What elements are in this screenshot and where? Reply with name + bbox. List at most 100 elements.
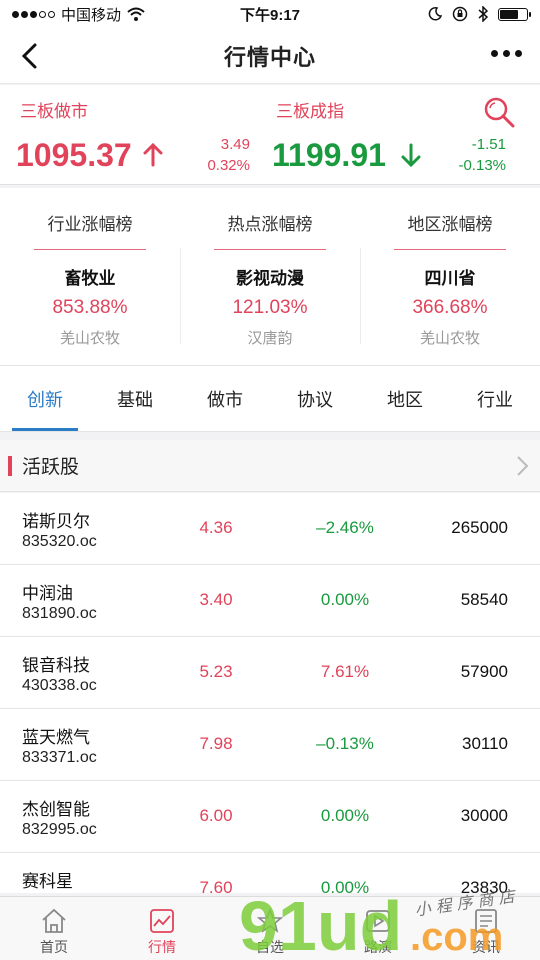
index-change-pct: -0.13% <box>458 157 506 174</box>
stock-name: 杰创智能 <box>22 800 90 819</box>
table-row[interactable]: 蓝天燃气 833371.oc 7.98 –0.13% 30110 <box>0 709 540 781</box>
bottom-tab-roadshow[interactable]: 路演 <box>324 897 432 960</box>
section-marker <box>8 455 12 476</box>
index-change-composite: -1.51 -0.13% <box>446 134 506 176</box>
status-time: 下午9:17 <box>239 6 301 24</box>
stock-price: 4.36 <box>199 518 233 537</box>
stock-volume: 30110 <box>461 734 508 753</box>
status-left: 中国移动 <box>12 4 212 25</box>
index-value-text: 1095.37 <box>16 137 132 173</box>
index-name-market-making[interactable]: 三板做市 <box>20 97 88 122</box>
stock-change: 0.00% <box>320 590 370 609</box>
bottom-tab-bar: 首页 行情 自选 路演 资讯 <box>0 896 540 960</box>
stock-name: 银音科技 <box>22 656 90 675</box>
ranking-industry[interactable]: 行业涨幅榜 畜牧业 853.88% 羌山农牧 <box>0 188 180 365</box>
ranking-sector: 四川省 <box>424 269 476 288</box>
bluetooth-icon <box>478 6 488 22</box>
index-panel: 三板做市 1095.37 3.49 0.32% 三板成指 1199.91 -1.… <box>0 85 540 185</box>
wifi-icon <box>127 7 145 21</box>
moon-icon <box>428 7 442 21</box>
stock-volume: 30000 <box>460 806 508 825</box>
dot-icon <box>491 50 498 57</box>
ranking-stock: 汉唐韵 <box>247 330 293 347</box>
stock-volume: 58540 <box>460 590 508 609</box>
dot-icon <box>515 50 522 57</box>
tab-industry[interactable]: 行业 <box>450 366 540 431</box>
index-change-abs: 3.49 <box>220 136 250 153</box>
stock-name: 诺斯贝尔 <box>22 512 90 531</box>
ranking-hotspot[interactable]: 热点涨幅榜 影视动漫 121.03% 汉唐韵 <box>180 188 360 365</box>
news-icon <box>475 909 497 933</box>
arrow-down-icon <box>401 143 421 168</box>
ranking-percent: 366.68% <box>412 297 488 318</box>
status-bar: 中国移动 下午9:17 <box>0 0 540 28</box>
bottom-tab-news[interactable]: 资讯 <box>432 897 540 960</box>
lock-rotation-icon <box>452 6 468 22</box>
ranking-region[interactable]: 地区涨幅榜 四川省 366.68% 羌山农牧 <box>360 188 540 365</box>
carrier-label: 中国移动 <box>61 6 122 24</box>
table-row[interactable]: 中润油 831890.oc 3.40 0.00% 58540 <box>0 565 540 637</box>
index-value-composite[interactable]: 1199.91 <box>272 137 421 174</box>
index-value-market-making[interactable]: 1095.37 <box>16 137 163 174</box>
dot-icon <box>503 50 510 57</box>
table-row[interactable]: 杰创智能 832995.oc 6.00 0.00% 30000 <box>0 781 540 853</box>
tab-region[interactable]: 地区 <box>360 366 450 431</box>
chart-icon <box>150 909 174 933</box>
stock-change: 0.00% <box>320 878 370 893</box>
ranking-percent: 121.03% <box>232 297 308 318</box>
stock-volume: 23830 <box>460 878 508 893</box>
stock-name: 中润油 <box>22 584 73 603</box>
stock-price: 6.00 <box>199 806 233 825</box>
tab-agreement[interactable]: 协议 <box>270 366 360 431</box>
home-icon <box>42 908 66 933</box>
stock-list: 诺斯贝尔 835320.oc 4.36 –2.46% 265000 中润油 83… <box>0 493 540 893</box>
battery-icon <box>498 7 531 21</box>
stock-code: 430338.oc <box>22 677 97 694</box>
star-icon <box>256 907 284 933</box>
table-row[interactable]: 赛科星 7.60 0.00% 23830 <box>0 853 540 893</box>
bottom-tab-label: 路演 <box>364 939 392 955</box>
index-change-market-making: 3.49 0.32% <box>196 134 250 176</box>
stock-price: 3.40 <box>199 590 233 609</box>
stock-price: 7.98 <box>199 734 233 753</box>
active-stocks-header[interactable]: 活跃股 <box>0 440 540 492</box>
search-icon <box>484 97 515 128</box>
bottom-tab-home[interactable]: 首页 <box>0 897 108 960</box>
stock-name: 蓝天燃气 <box>22 728 90 747</box>
bottom-tab-label: 行情 <box>148 939 176 955</box>
signal-icon <box>12 10 55 18</box>
search-button[interactable] <box>482 95 516 129</box>
table-row[interactable]: 银音科技 430338.oc 5.23 7.61% 57900 <box>0 637 540 709</box>
index-name-composite[interactable]: 三板成指 <box>276 97 344 122</box>
stock-code: 832995.oc <box>22 821 97 838</box>
ranking-stock: 羌山农牧 <box>59 330 120 347</box>
stock-code: 833371.oc <box>22 749 97 766</box>
bottom-tab-label: 自选 <box>256 939 284 955</box>
section-title: 活跃股 <box>22 457 80 478</box>
stock-name: 赛科星 <box>22 872 73 891</box>
bottom-tab-favorites[interactable]: 自选 <box>216 897 324 960</box>
tab-basic[interactable]: 基础 <box>90 366 180 431</box>
more-button[interactable] <box>491 50 522 57</box>
stock-code: 835320.oc <box>22 533 97 550</box>
bottom-tab-label: 资讯 <box>472 939 500 955</box>
stock-change: 7.61% <box>320 662 370 681</box>
back-button[interactable] <box>14 40 44 72</box>
bottom-tab-market[interactable]: 行情 <box>108 897 216 960</box>
stock-code: 831890.oc <box>22 605 97 622</box>
ranking-stock: 羌山农牧 <box>419 330 480 347</box>
tab-market-making[interactable]: 做市 <box>180 366 270 431</box>
bottom-tab-label: 首页 <box>40 939 68 955</box>
stock-change: –0.13% <box>316 734 374 753</box>
chevron-right-icon <box>517 456 529 476</box>
index-change-pct: 0.32% <box>207 157 250 174</box>
ranking-sector: 畜牧业 <box>64 269 116 288</box>
stock-volume: 57900 <box>460 662 508 681</box>
chevron-left-icon <box>21 43 37 69</box>
ranking-sector: 影视动漫 <box>236 269 304 288</box>
ranking-title: 地区涨幅榜 <box>394 210 506 250</box>
table-row[interactable]: 诺斯贝尔 835320.oc 4.36 –2.46% 265000 <box>0 493 540 565</box>
index-change-abs: -1.51 <box>471 136 506 153</box>
page-title: 行情中心 <box>223 44 316 70</box>
tab-innovation[interactable]: 创新 <box>0 366 90 431</box>
